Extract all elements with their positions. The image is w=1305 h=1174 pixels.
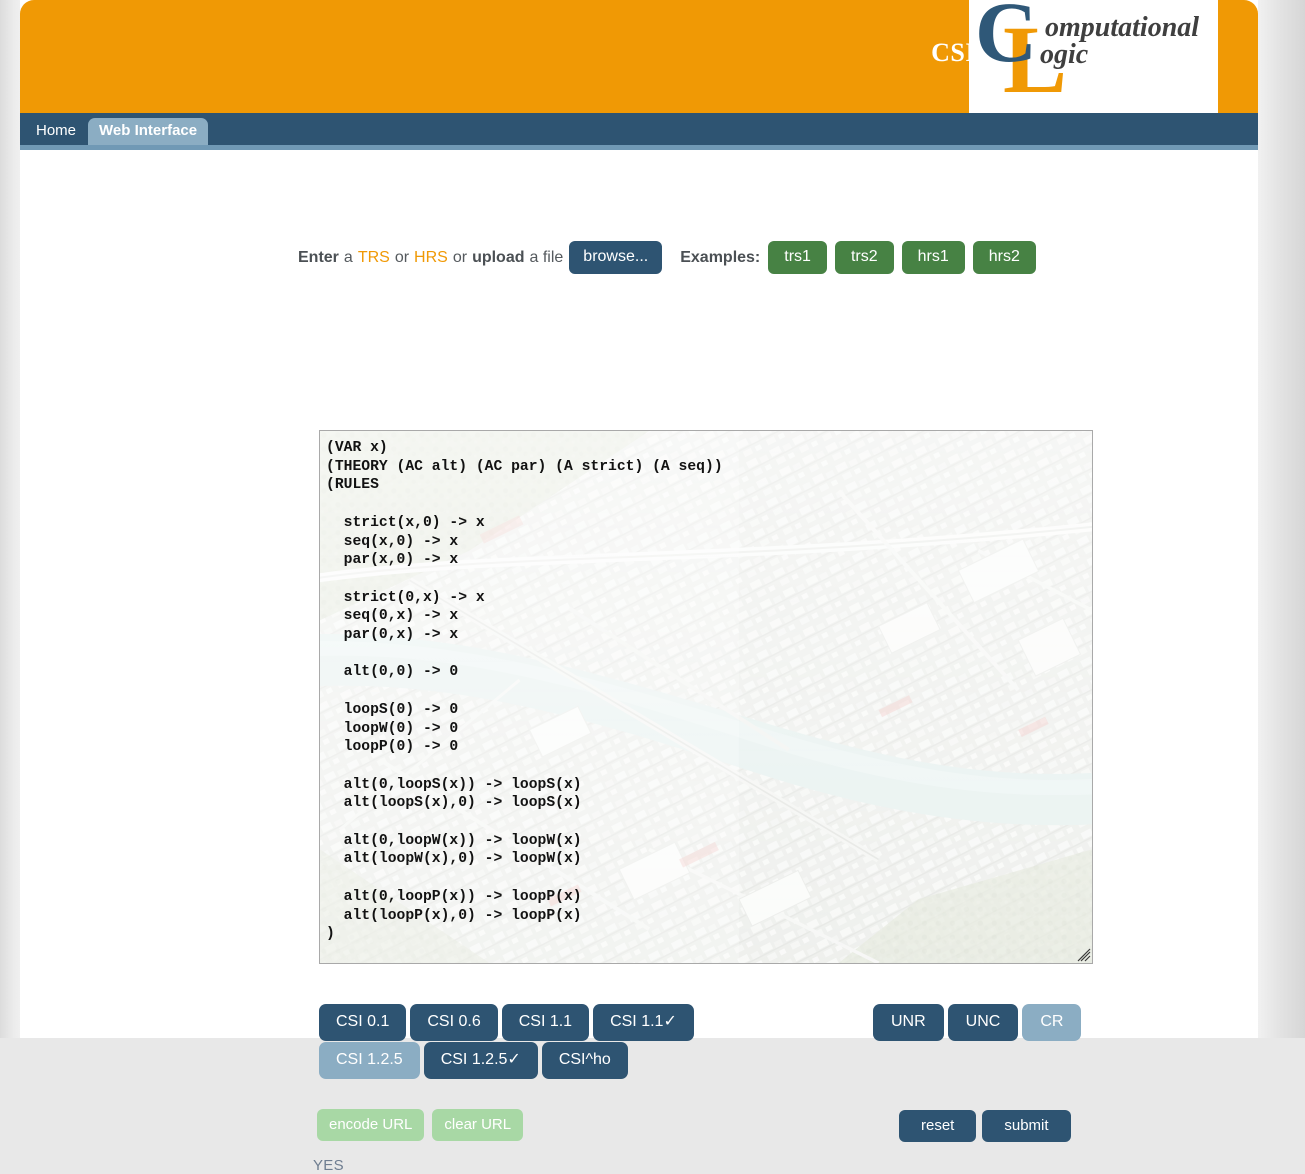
submit-button[interactable]: submit bbox=[982, 1110, 1070, 1142]
examples-label: Examples: bbox=[680, 249, 760, 267]
logo-word-computational: omputational bbox=[1045, 15, 1199, 42]
navbar: Home Web Interface bbox=[20, 113, 1258, 145]
logo-wordmark: omputational ogic bbox=[1045, 15, 1199, 68]
nav-item-web-interface[interactable]: Web Interface bbox=[88, 118, 208, 146]
navigation: Home Web Interface bbox=[20, 113, 1258, 150]
computational-logic-logo: L C omputational ogic bbox=[969, 0, 1218, 113]
logo-letter-c: C bbox=[975, 0, 1037, 75]
version-button-csi-0-6[interactable]: CSI 0.6 bbox=[410, 1004, 497, 1041]
trs-input-area[interactable]: (VAR x) (THEORY (AC alt) (AC par) (A str… bbox=[319, 430, 1093, 964]
encode-url-button[interactable]: encode URL bbox=[317, 1109, 424, 1141]
site-header: CSI L C omputational ogic bbox=[20, 0, 1258, 113]
url-buttons-row: encode URL clear URL bbox=[317, 1109, 523, 1141]
logo-word-logic: ogic bbox=[1040, 42, 1199, 69]
prompt-enter: Enter bbox=[298, 249, 339, 267]
version-button-csi-1-2-5[interactable]: CSI 1.2.5 bbox=[319, 1042, 420, 1079]
example-button-trs2[interactable]: trs2 bbox=[835, 241, 894, 274]
property-button-cr[interactable]: CR bbox=[1022, 1004, 1081, 1041]
version-button-csi-1-1[interactable]: CSI 1.1 bbox=[502, 1004, 589, 1041]
nav-item-list: Home Web Interface bbox=[26, 113, 1258, 145]
prompt-a: a bbox=[344, 249, 353, 267]
version-button-csi-0-1[interactable]: CSI 0.1 bbox=[319, 1004, 406, 1041]
resize-handle-icon[interactable] bbox=[1077, 948, 1091, 962]
version-button-csi-1-1-check[interactable]: CSI 1.1✓ bbox=[593, 1004, 694, 1041]
prompt-upload: upload bbox=[472, 249, 524, 267]
clear-url-button[interactable]: clear URL bbox=[432, 1109, 523, 1141]
browse-button[interactable]: browse... bbox=[569, 241, 662, 274]
action-buttons-row: reset submit bbox=[899, 1110, 1071, 1142]
version-button-csi-1-2-5-check[interactable]: CSI 1.2.5✓ bbox=[424, 1042, 538, 1079]
reset-button[interactable]: reset bbox=[899, 1110, 976, 1142]
prompt-or-1: or bbox=[395, 249, 409, 267]
prompt-or-2: or bbox=[453, 249, 467, 267]
trs-textarea[interactable]: (VAR x) (THEORY (AC alt) (AC par) (A str… bbox=[320, 431, 1092, 950]
example-button-hrs1[interactable]: hrs1 bbox=[902, 241, 965, 274]
version-button-csi-ho[interactable]: CSI^ho bbox=[542, 1042, 628, 1079]
prompt-hrs[interactable]: HRS bbox=[414, 249, 448, 267]
property-buttons-row: UNR UNC CR bbox=[873, 1004, 1081, 1041]
version-buttons-row-1: CSI 0.1 CSI 0.6 CSI 1.1 CSI 1.1✓ bbox=[319, 1004, 694, 1041]
prompt-a-file: a file bbox=[530, 249, 564, 267]
result-text: YES bbox=[313, 1157, 344, 1174]
nav-item-home[interactable]: Home bbox=[26, 118, 86, 146]
property-button-unc[interactable]: UNC bbox=[948, 1004, 1019, 1041]
prompt-trs[interactable]: TRS bbox=[358, 249, 390, 267]
property-button-unr[interactable]: UNR bbox=[873, 1004, 944, 1041]
example-button-trs1[interactable]: trs1 bbox=[768, 241, 827, 274]
version-buttons-row-2: CSI 1.2.5 CSI 1.2.5✓ CSI^ho bbox=[319, 1042, 628, 1079]
main-content: Enter a TRS or HRS or upload a file brow… bbox=[20, 150, 1258, 1038]
example-button-hrs2[interactable]: hrs2 bbox=[973, 241, 1036, 274]
page-container: CSI L C omputational ogic Home Web Inter… bbox=[20, 0, 1258, 1038]
input-prompt-row: Enter a TRS or HRS or upload a file brow… bbox=[298, 241, 1036, 274]
